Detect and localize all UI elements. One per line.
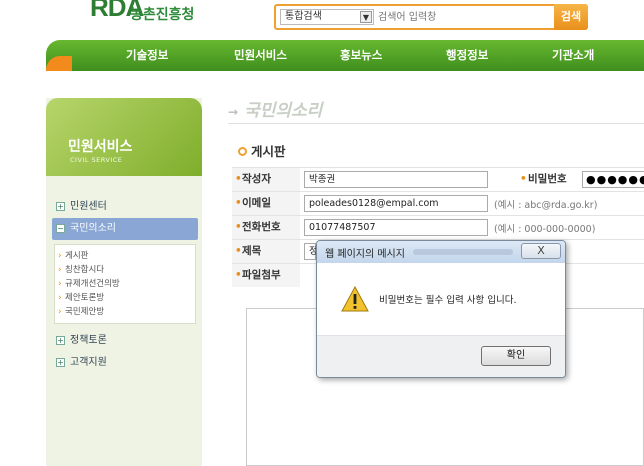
nav-accent bbox=[46, 56, 72, 71]
dialog-titlebar[interactable]: 웹 페이지의 메시지 X bbox=[317, 241, 565, 263]
close-button[interactable]: X bbox=[521, 243, 561, 259]
board-title-text: 게시판 bbox=[251, 144, 286, 159]
author-field[interactable]: 박종권 bbox=[304, 171, 488, 188]
dialog-title-blur bbox=[413, 249, 513, 255]
page-title-text: 국민의소리 bbox=[244, 101, 323, 121]
attach-label: 파일첨부 bbox=[232, 264, 300, 287]
sidebar-item-civil-center[interactable]: + 민원센터 bbox=[52, 196, 198, 218]
author-label: 작성자 bbox=[232, 168, 300, 191]
expand-icon[interactable]: + bbox=[56, 202, 65, 211]
email-label: 이메일 bbox=[232, 192, 300, 215]
main-nav: 기술정보 민원서비스 홍보뉴스 행정정보 기관소개 bbox=[46, 40, 644, 71]
submenu-item-regulation[interactable]: 규제개선건의방 bbox=[55, 277, 195, 291]
sidebar-item-label: 고객지원 bbox=[70, 357, 107, 368]
form-row-email: 이메일 poleades0128@empal.com (예시 : abc@rda… bbox=[232, 191, 644, 215]
sidebar-item-policy-debate[interactable]: + 정책토론 bbox=[52, 330, 198, 352]
subject-field[interactable]: 정 bbox=[304, 243, 318, 260]
dialog-message: 비밀번호는 필수 입력 사항 입니다. bbox=[379, 295, 517, 306]
expand-icon[interactable]: + bbox=[56, 358, 65, 367]
nav-item-admin-info[interactable]: 행정정보 bbox=[446, 47, 488, 63]
sidebar-title: 민원서비스 bbox=[68, 139, 133, 155]
search-category-select[interactable]: 통합검색 ▼ bbox=[280, 9, 374, 25]
close-icon: X bbox=[537, 244, 545, 257]
email-field[interactable]: poleades0128@empal.com bbox=[304, 195, 488, 212]
sidebar-item-label: 국민의소리 bbox=[70, 223, 116, 234]
warning-icon bbox=[341, 286, 369, 312]
submenu-item-proposal-debate[interactable]: 제안토론방 bbox=[55, 291, 195, 305]
submenu-item-praise[interactable]: 칭찬합시다 bbox=[55, 263, 195, 277]
sidebar-item-voice[interactable]: − 국민의소리 bbox=[52, 218, 198, 240]
collapse-icon[interactable]: − bbox=[56, 224, 65, 233]
search-button[interactable]: 검색 bbox=[554, 4, 588, 30]
dialog-body: 비밀번호는 필수 입력 사항 입니다. bbox=[317, 263, 565, 335]
ok-button[interactable]: 확인 bbox=[481, 346, 551, 366]
logo-text: 농촌진흥청 bbox=[130, 7, 195, 23]
sidebar-item-customer-support[interactable]: + 고객지원 bbox=[52, 352, 198, 374]
chevron-down-icon[interactable]: ▼ bbox=[360, 11, 372, 23]
search-input[interactable] bbox=[378, 9, 554, 25]
password-field[interactable]: ●●●●●● bbox=[582, 171, 644, 188]
alert-dialog: 웹 페이지의 메시지 X 비밀번호는 필수 입력 사항 입니다. 확인 bbox=[316, 240, 566, 378]
phone-field[interactable]: 01077487507 bbox=[304, 219, 488, 236]
page-title: → 국민의소리 bbox=[228, 96, 322, 121]
expand-icon[interactable]: + bbox=[56, 336, 65, 345]
sidebar: 민원서비스 CIVIL SERVICE + 민원센터 − 국민의소리 게시판 칭… bbox=[46, 98, 202, 466]
search-bar: 통합검색 ▼ 검색 bbox=[274, 4, 588, 30]
circle-bullet-icon bbox=[238, 147, 247, 156]
phone-hint: (예시 : 000-000-0000) bbox=[494, 224, 596, 235]
nav-item-civil-service[interactable]: 민원서비스 bbox=[234, 47, 287, 63]
form-row-author: 작성자 박종권 비밀번호 ●●●●●● bbox=[232, 167, 644, 191]
divider bbox=[228, 123, 644, 124]
nav-item-pr-news[interactable]: 홍보뉴스 bbox=[340, 47, 382, 63]
sidebar-item-label: 정책토론 bbox=[70, 335, 107, 346]
password-label: 비밀번호 bbox=[520, 168, 567, 191]
submenu-item-citizen-proposal[interactable]: 국민제안방 bbox=[55, 305, 195, 319]
form-row-phone: 전화번호 01077487507 (예시 : 000-000-0000) bbox=[232, 215, 644, 239]
arrow-icon: → bbox=[228, 105, 239, 119]
dialog-title: 웹 페이지의 메시지 bbox=[325, 249, 405, 260]
sidebar-item-label: 민원센터 bbox=[70, 201, 107, 212]
dialog-footer: 확인 bbox=[317, 335, 565, 377]
subject-label: 제목 bbox=[232, 240, 300, 263]
submenu-item-board[interactable]: 게시판 bbox=[55, 249, 195, 263]
sidebar-menu: + 민원센터 − 국민의소리 게시판 칭찬합시다 규제개선건의방 제안토론방 국… bbox=[52, 196, 198, 374]
search-category-label: 통합검색 bbox=[285, 11, 322, 22]
submenu: 게시판 칭찬합시다 규제개선건의방 제안토론방 국민제안방 bbox=[54, 244, 196, 324]
board-title: 게시판 bbox=[238, 141, 286, 160]
sidebar-subtitle: CIVIL SERVICE bbox=[70, 156, 123, 164]
phone-label: 전화번호 bbox=[232, 216, 300, 239]
sidebar-header: 민원서비스 CIVIL SERVICE bbox=[46, 98, 202, 176]
email-hint: (예시 : abc@rda.go.kr) bbox=[494, 200, 598, 211]
nav-item-tech-info[interactable]: 기술정보 bbox=[126, 47, 168, 63]
logo[interactable]: RDA 농촌진흥청 bbox=[88, 0, 208, 28]
nav-item-about[interactable]: 기관소개 bbox=[552, 47, 594, 63]
